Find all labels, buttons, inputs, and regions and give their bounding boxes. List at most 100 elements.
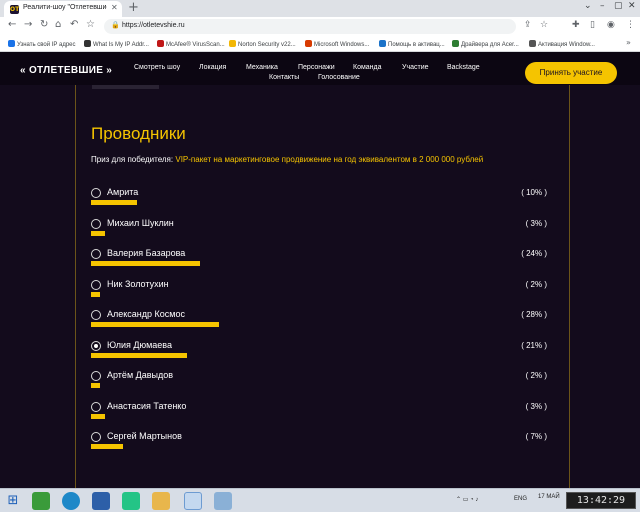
poll-option[interactable]: Артём Давыдов ( 2% ) bbox=[91, 370, 547, 398]
minimize-icon[interactable]: – bbox=[600, 1, 605, 11]
nav-link-team[interactable]: Команда bbox=[353, 64, 382, 71]
radio-button[interactable] bbox=[91, 432, 101, 442]
edge-icon[interactable] bbox=[62, 492, 80, 510]
bookmark-item[interactable]: Драйвера для Acer... bbox=[452, 40, 519, 50]
option-name[interactable]: Михаил Шуклин bbox=[107, 218, 174, 228]
vote-progress-bar bbox=[91, 322, 219, 327]
poll-option[interactable]: Сергей Мартынов ( 7% ) bbox=[91, 431, 547, 459]
nav-link-location[interactable]: Локация bbox=[199, 64, 226, 71]
decorative-line bbox=[569, 52, 570, 488]
address-bar[interactable]: 🔒 https://otletevshie.ru bbox=[104, 19, 516, 34]
prize-label: Приз для победителя: bbox=[91, 155, 174, 164]
windows-start-icon[interactable]: ⊞ bbox=[4, 492, 22, 510]
option-percent: ( 7% ) bbox=[525, 432, 547, 441]
option-name[interactable]: Юлия Дюмаева bbox=[107, 340, 172, 350]
radio-button[interactable] bbox=[91, 340, 101, 351]
option-name[interactable]: Александр Космос bbox=[107, 309, 185, 319]
option-name[interactable]: Ник Золотухин bbox=[107, 279, 169, 289]
radio-button[interactable] bbox=[91, 279, 101, 290]
star-icon[interactable]: ☆ bbox=[540, 20, 548, 30]
option-name[interactable]: Амрита bbox=[107, 187, 138, 197]
bookmark-favicon-icon bbox=[529, 40, 536, 47]
bookmarks-bar: Узнать свой IP адрес What Is My IP Addr.… bbox=[0, 37, 640, 52]
poll-option[interactable]: Ник Золотухин ( 2% ) bbox=[91, 279, 547, 307]
bookmark-favicon-icon bbox=[452, 40, 459, 47]
radio-button[interactable] bbox=[91, 249, 101, 259]
app-icon[interactable] bbox=[92, 492, 110, 510]
bookmark-favicon-icon bbox=[84, 40, 91, 47]
bookmark-item[interactable]: McAfee® VirusScan... bbox=[157, 40, 225, 50]
nav-link-watch[interactable]: Смотреть шоу bbox=[134, 64, 180, 71]
maximize-icon[interactable]: ▢ bbox=[614, 1, 623, 11]
tab-title: Реалити-шоу "Отлетевшие". Тр bbox=[23, 4, 107, 11]
option-name[interactable]: Сергей Мартынов bbox=[107, 431, 182, 441]
bookmark-star-icon[interactable]: ☆ bbox=[86, 19, 95, 30]
bookmark-favicon-icon bbox=[229, 40, 236, 47]
bookmark-favicon-icon bbox=[8, 40, 15, 47]
poll-option[interactable]: Александр Космос ( 28% ) bbox=[91, 309, 547, 337]
new-tab-button[interactable]: + bbox=[128, 0, 139, 15]
vote-progress-bar bbox=[91, 444, 123, 449]
site-logo[interactable]: « ОТЛЕТЕВШИЕ » bbox=[20, 65, 112, 76]
poll-option[interactable]: Валерия Базарова ( 24% ) bbox=[91, 248, 547, 276]
bookmark-item[interactable]: Norton Security v22... bbox=[229, 40, 296, 50]
forward-icon[interactable]: → bbox=[24, 19, 32, 30]
nav-link-backstage[interactable]: Backstage bbox=[447, 64, 480, 71]
nav-link-voting[interactable]: Голосование bbox=[318, 74, 360, 81]
option-percent: ( 3% ) bbox=[525, 401, 547, 411]
extensions-icon[interactable]: ✚ bbox=[572, 20, 580, 30]
share-icon[interactable]: ⇪ bbox=[524, 20, 532, 30]
menu-icon[interactable]: ⋮ bbox=[626, 20, 635, 30]
option-name[interactable]: Валерия Базарова bbox=[107, 248, 185, 258]
radio-button[interactable] bbox=[91, 188, 101, 198]
browser-tab[interactable]: OT Реалити-шоу "Отлетевшие". Тр ✕ bbox=[4, 1, 122, 17]
tab-search-icon[interactable]: ⌄ bbox=[584, 1, 592, 11]
sidebar-icon[interactable]: ▯ bbox=[590, 20, 595, 30]
radio-button[interactable] bbox=[91, 371, 101, 381]
undo-icon[interactable]: ↶ bbox=[70, 19, 78, 30]
bookmark-favicon-icon bbox=[157, 40, 164, 47]
bookmark-item[interactable]: Помощь в активац... bbox=[379, 40, 445, 50]
bookmark-item[interactable]: What Is My IP Addr... bbox=[84, 40, 149, 50]
app-icon[interactable] bbox=[214, 492, 232, 510]
radio-button[interactable] bbox=[91, 401, 101, 412]
poll-option[interactable]: Михаил Шуклин ( 3% ) bbox=[91, 218, 547, 246]
nav-link-contacts[interactable]: Контакты bbox=[269, 74, 299, 81]
bookmark-item[interactable]: Microsoft Windows... bbox=[305, 40, 369, 50]
tab-close-icon[interactable]: ✕ bbox=[111, 3, 118, 12]
back-icon[interactable]: ← bbox=[8, 19, 16, 30]
participate-button[interactable]: Принять участие bbox=[525, 62, 617, 84]
radio-button[interactable] bbox=[91, 310, 101, 320]
more-bookmarks-icon[interactable]: » bbox=[626, 38, 631, 47]
home-icon[interactable]: ⌂ bbox=[55, 19, 61, 30]
reload-icon[interactable]: ↻ bbox=[40, 19, 48, 30]
file-explorer-icon[interactable] bbox=[152, 492, 170, 510]
tray-date[interactable]: 17 МАЙ bbox=[538, 494, 560, 500]
chrome-icon[interactable] bbox=[184, 492, 202, 510]
nav-link-participation[interactable]: Участие bbox=[402, 64, 429, 71]
prize-value: VIP-пакет на маркетинговое продвижение н… bbox=[175, 155, 484, 164]
profile-icon[interactable]: ◉ bbox=[607, 20, 615, 30]
option-name[interactable]: Анастасия Татенко bbox=[107, 401, 186, 411]
bookmark-item[interactable]: Активация Window... bbox=[529, 40, 595, 50]
option-name[interactable]: Артём Давыдов bbox=[107, 370, 173, 380]
app-icon[interactable] bbox=[122, 492, 140, 510]
option-percent: ( 24% ) bbox=[521, 249, 547, 258]
radio-button[interactable] bbox=[91, 218, 101, 229]
poll-option[interactable]: Анастасия Татенко ( 3% ) bbox=[91, 401, 547, 429]
url-text: https://otletevshie.ru bbox=[122, 22, 185, 29]
browser-tab-strip: OT Реалити-шоу "Отлетевшие". Тр ✕ + ⌄ – … bbox=[0, 0, 640, 17]
decorative-line bbox=[75, 52, 76, 488]
nav-link-mechanics[interactable]: Механика bbox=[246, 64, 278, 71]
poll-option[interactable]: Амрита ( 10% ) bbox=[91, 187, 547, 215]
tray-icons[interactable]: ⌃ ▭ ◔ ♪ bbox=[456, 496, 478, 503]
nav-link-characters[interactable]: Персонажи bbox=[298, 64, 335, 71]
bookmark-item[interactable]: Узнать свой IP адрес bbox=[8, 40, 76, 50]
language-indicator[interactable]: ENG bbox=[514, 496, 527, 502]
prize-line: Приз для победителя: VIP-пакет на маркет… bbox=[91, 155, 483, 164]
app-icon[interactable] bbox=[32, 492, 50, 510]
close-window-icon[interactable]: ✕ bbox=[628, 1, 636, 11]
vote-progress-bar bbox=[91, 413, 105, 419]
poll-option[interactable]: Юлия Дюмаева ( 21% ) bbox=[91, 340, 547, 368]
browser-toolbar: ← → ↻ ⌂ ↶ ☆ 🔒 https://otletevshie.ru ⇪ ☆… bbox=[0, 17, 640, 37]
